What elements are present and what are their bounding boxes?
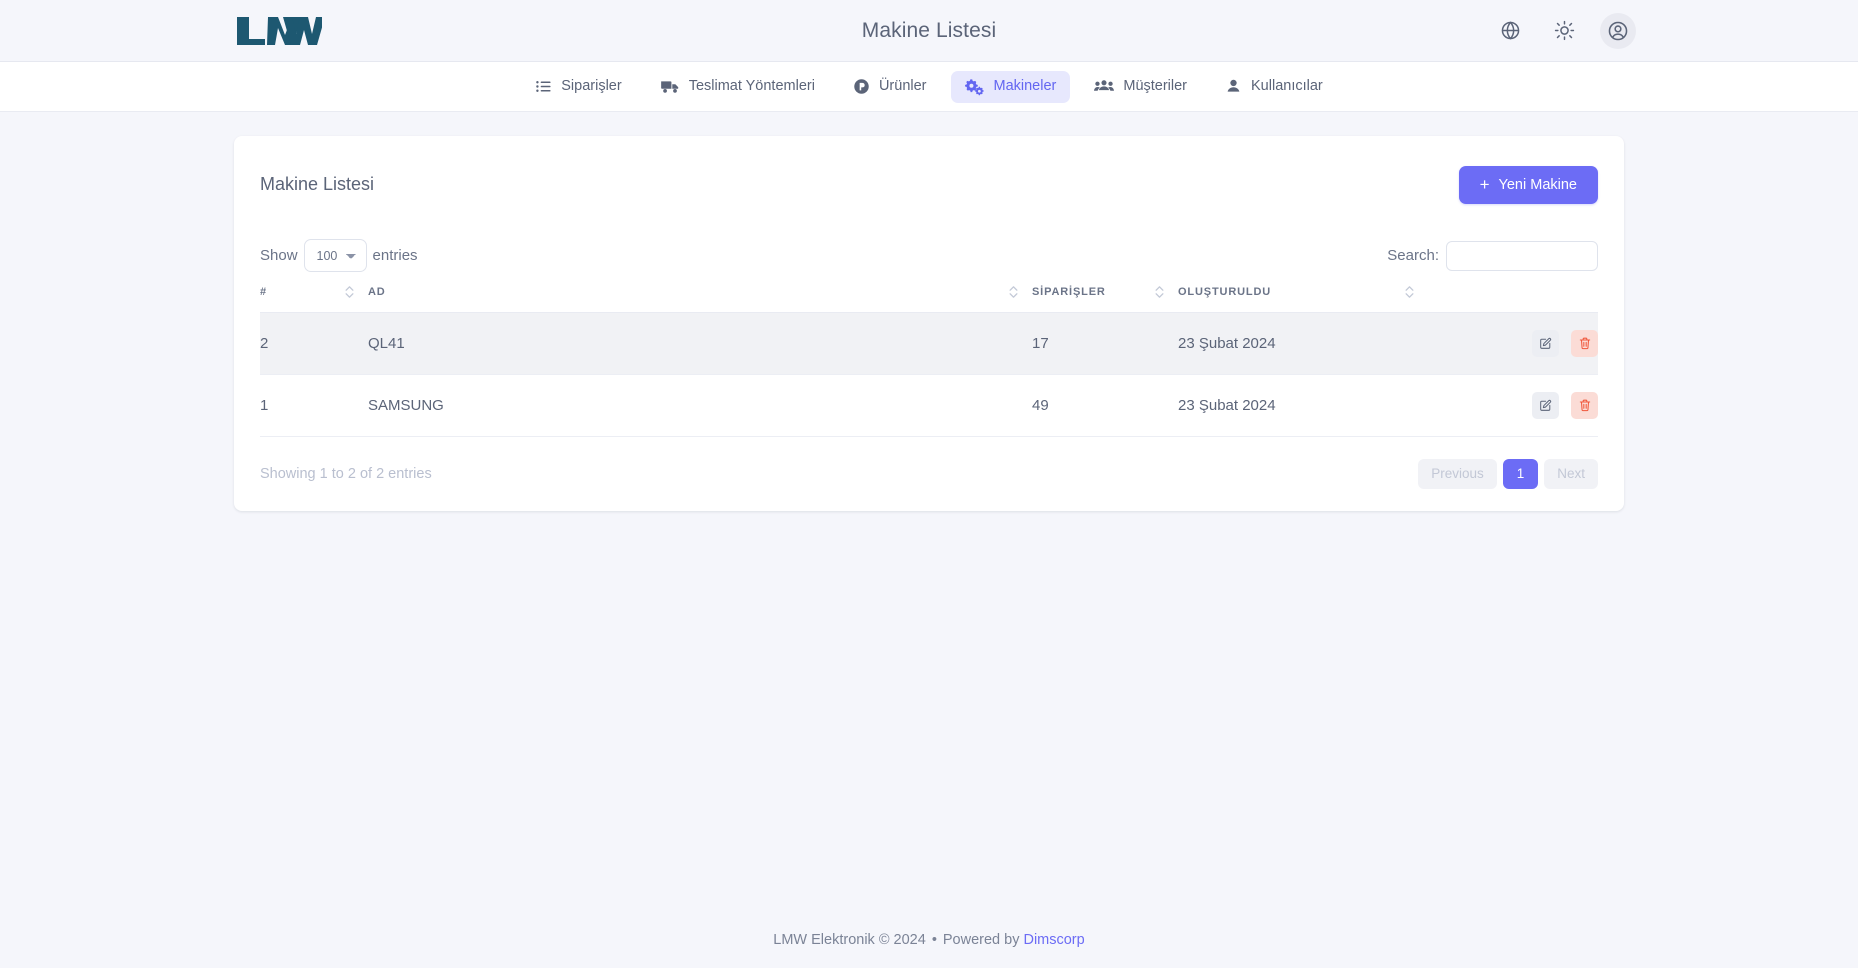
column-header-label: AD	[368, 286, 386, 298]
footer-copyright: LMW Elektronik © 2024	[773, 932, 926, 948]
nav-item-teslimat-yontemleri[interactable]: Teslimat Yöntemleri	[646, 71, 829, 103]
truck-icon	[660, 78, 680, 96]
table-row[interactable]: 2 QL41 17 23 Şubat 2024	[260, 313, 1598, 375]
nav-item-label: Ürünler	[879, 79, 927, 94]
table-head: # AD	[260, 286, 1598, 313]
nav-item-makineler[interactable]: Makineler	[951, 71, 1071, 103]
nav-item-label: Siparişler	[561, 79, 621, 94]
table-footer: Showing 1 to 2 of 2 entries Previous 1 N…	[260, 459, 1598, 489]
cell-index: 2	[260, 313, 368, 375]
column-header-name[interactable]: AD	[368, 286, 1032, 313]
card-header: Makine Listesi + Yeni Makine	[260, 162, 1598, 207]
edit-icon[interactable]	[1532, 392, 1559, 419]
search-control: Search:	[1387, 241, 1598, 271]
column-header-actions	[1428, 286, 1598, 313]
cell-name: QL41	[368, 313, 1032, 375]
nav-item-label: Makineler	[994, 79, 1057, 94]
cell-created: 23 Şubat 2024	[1178, 313, 1428, 375]
cell-actions	[1428, 313, 1598, 375]
nav-item-label: Teslimat Yöntemleri	[689, 79, 815, 94]
p-circle-icon	[853, 78, 870, 95]
nav-item-siparisler[interactable]: Siparişler	[521, 71, 635, 102]
pagination-previous[interactable]: Previous	[1418, 459, 1497, 489]
nav-item-kullanicilar[interactable]: Kullanıcılar	[1211, 71, 1337, 102]
pagination-page-1[interactable]: 1	[1503, 459, 1539, 489]
column-header-label: SİPARİŞLER	[1032, 286, 1106, 298]
pagination: Previous 1 Next	[1418, 459, 1598, 489]
main-content: Makine Listesi + Yeni Makine Show 10 25 …	[0, 112, 1858, 511]
cell-index: 1	[260, 375, 368, 437]
main-nav: Siparişler Teslimat Yöntemleri Ürünler	[0, 62, 1858, 112]
column-header-label: OLUŞTURULDU	[1178, 286, 1271, 298]
language-icon[interactable]	[1492, 13, 1528, 49]
column-header-created[interactable]: OLUŞTURULDU	[1178, 286, 1428, 313]
edit-icon[interactable]	[1532, 330, 1559, 357]
column-header-index[interactable]: #	[260, 286, 368, 313]
users-icon	[1094, 78, 1114, 95]
entries-length-control: Show 10 25 50 100 entries	[260, 239, 418, 272]
top-bar-actions	[1492, 13, 1636, 49]
footer-company-link[interactable]: Dimscorp	[1023, 932, 1084, 948]
nav-item-musteriler[interactable]: Müşteriler	[1080, 71, 1201, 102]
table-body: 2 QL41 17 23 Şubat 2024	[260, 313, 1598, 437]
sun-icon[interactable]	[1546, 13, 1582, 49]
nav-item-label: Kullanıcılar	[1251, 79, 1323, 94]
cell-name: SAMSUNG	[368, 375, 1032, 437]
cell-created: 23 Şubat 2024	[1178, 375, 1428, 437]
sort-arrows-icon	[345, 286, 354, 298]
plus-icon: +	[1480, 176, 1490, 193]
new-machine-button[interactable]: + Yeni Makine	[1459, 166, 1598, 204]
footer-separator: •	[932, 932, 937, 948]
search-input[interactable]	[1446, 241, 1598, 271]
sort-arrows-icon	[1009, 286, 1018, 298]
machine-list-card: Makine Listesi + Yeni Makine Show 10 25 …	[234, 136, 1624, 511]
pagination-next[interactable]: Next	[1544, 459, 1598, 489]
user-icon	[1225, 78, 1242, 95]
nav-item-label: Müşteriler	[1123, 79, 1187, 94]
trash-icon[interactable]	[1571, 392, 1598, 419]
user-circle-icon[interactable]	[1600, 13, 1636, 49]
trash-icon[interactable]	[1571, 330, 1598, 357]
table-controls: Show 10 25 50 100 entries Search:	[260, 239, 1598, 272]
list-icon	[535, 78, 552, 95]
search-label: Search:	[1387, 247, 1439, 264]
table-row[interactable]: 1 SAMSUNG 49 23 Şubat 2024	[260, 375, 1598, 437]
sort-arrows-icon	[1405, 286, 1414, 298]
entries-info: Showing 1 to 2 of 2 entries	[260, 466, 432, 482]
entries-label: entries	[373, 247, 418, 264]
machines-table: # AD	[260, 286, 1598, 437]
top-bar: Makine Listesi	[0, 0, 1858, 62]
cell-orders: 49	[1032, 375, 1178, 437]
column-header-orders[interactable]: SİPARİŞLER	[1032, 286, 1178, 313]
footer-powered-by: Powered by	[943, 932, 1020, 948]
column-header-label: #	[260, 286, 267, 298]
nav-item-urunler[interactable]: Ürünler	[839, 71, 941, 102]
entries-length-label: Show 10 25 50 100 entries	[260, 239, 418, 272]
table-header-row: # AD	[260, 286, 1598, 313]
cogs-icon	[965, 78, 985, 96]
new-machine-button-label: Yeni Makine	[1499, 177, 1577, 193]
page-footer: LMW Elektronik © 2024 • Powered by Dimsc…	[0, 912, 1858, 968]
show-label: Show	[260, 247, 298, 264]
card-title: Makine Listesi	[260, 174, 374, 195]
cell-orders: 17	[1032, 313, 1178, 375]
sort-arrows-icon	[1155, 286, 1164, 298]
cell-actions	[1428, 375, 1598, 437]
entries-length-select[interactable]: 10 25 50 100	[304, 239, 367, 272]
